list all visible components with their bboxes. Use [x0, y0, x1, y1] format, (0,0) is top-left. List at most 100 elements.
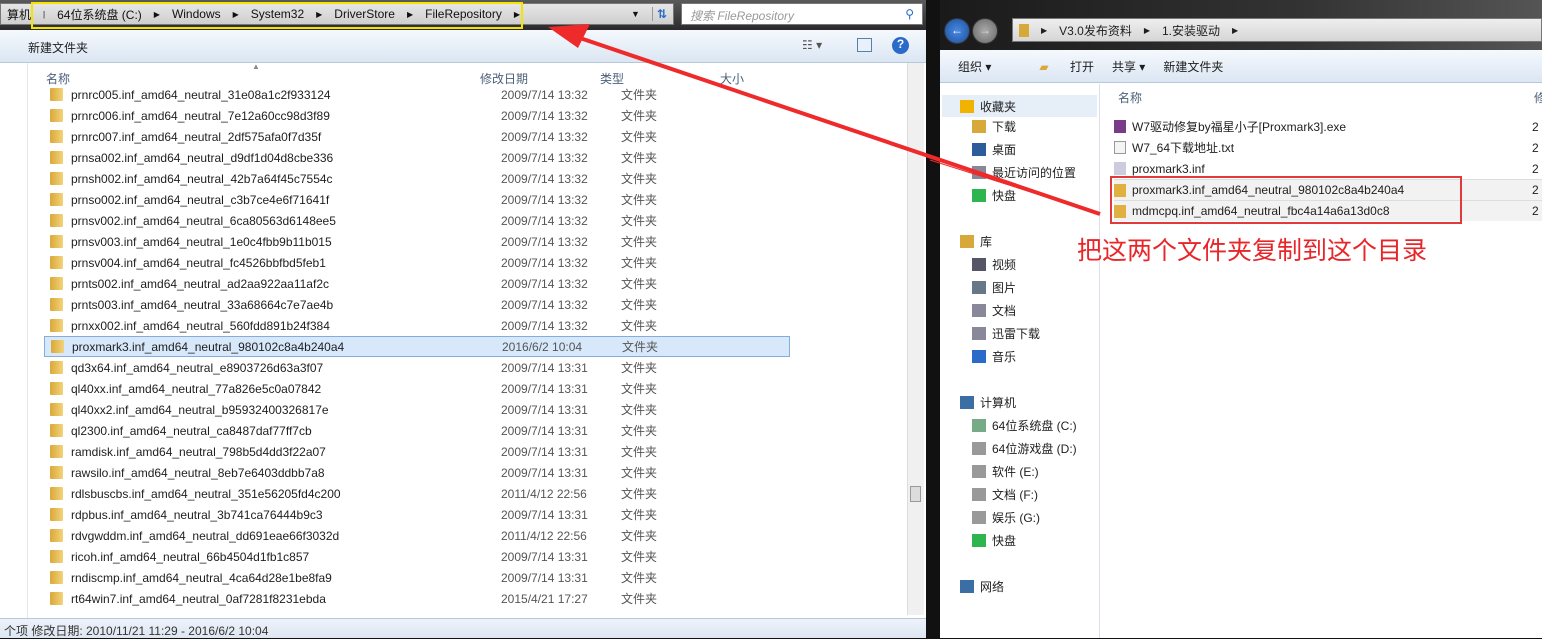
nav-item[interactable]: 网络: [960, 578, 1004, 595]
file-row[interactable]: rdvgwddm.inf_amd64_neutral_dd691eae66f30…: [44, 525, 790, 546]
nav-item[interactable]: 收藏夹: [942, 95, 1097, 117]
file-type: 文件夹: [621, 361, 658, 375]
file-row[interactable]: prnts003.inf_amd64_neutral_33a68664c7e7a…: [44, 294, 790, 315]
folder-icon: [50, 298, 63, 311]
nav-item-icon: [972, 189, 986, 202]
open-button[interactable]: ▰ 打开: [1021, 58, 1094, 75]
nav-item[interactable]: 娱乐 (G:): [972, 509, 1040, 526]
folder-icon: [50, 571, 63, 584]
file-name: rdlsbuscbs.inf_amd64_neutral_351e56205fd…: [71, 486, 341, 501]
folder-icon: [50, 214, 63, 227]
file-row[interactable]: ql40xx.inf_amd64_neutral_77a826e5c0a0784…: [44, 378, 790, 399]
file-row[interactable]: prnsa002.inf_amd64_neutral_d9df1d04d8cbe…: [44, 147, 790, 168]
organize-button[interactable]: 组织 ▾: [958, 58, 991, 75]
right-address-bar[interactable]: ▶ V3.0发布资料 ▶ 1.安装驱动 ▶: [1012, 18, 1542, 42]
file-type: 文件夹: [621, 235, 658, 249]
file-row[interactable]: rdpbus.inf_amd64_neutral_3b741ca76444b9c…: [44, 504, 790, 525]
file-name: rdpbus.inf_amd64_neutral_3b741ca76444b9c…: [71, 507, 323, 522]
file-name: ql2300.inf_amd64_neutral_ca8487daf77ff7c…: [71, 423, 312, 438]
nav-item[interactable]: 文档 (F:): [972, 486, 1038, 503]
forward-button[interactable]: →: [972, 18, 998, 44]
status-bar: 个项 修改日期: 2010/11/21 11:29 - 2016/6/2 10:…: [0, 618, 926, 638]
column-date[interactable]: 修: [1534, 89, 1542, 106]
folder-icon: [50, 109, 63, 122]
nav-item[interactable]: 最近访问的位置: [972, 164, 1076, 181]
file-name: W7_64下载地址.txt: [1132, 141, 1235, 155]
file-row[interactable]: ql40xx2.inf_amd64_neutral_b9593240032681…: [44, 399, 790, 420]
nav-item[interactable]: 快盘: [972, 187, 1016, 204]
file-type: 文件夹: [621, 487, 658, 501]
back-arrow-icon: ←: [951, 23, 963, 37]
nav-item[interactable]: 桌面: [972, 141, 1016, 158]
file-row[interactable]: ricoh.inf_amd64_neutral_66b4504d1fb1c857…: [44, 546, 790, 567]
file-row[interactable]: prnsv002.inf_amd64_neutral_6ca80563d6148…: [44, 210, 790, 231]
folder-icon: [50, 424, 63, 437]
vertical-scrollbar[interactable]: [907, 63, 924, 615]
file-row[interactable]: qd3x64.inf_amd64_neutral_e8903726d63a3f0…: [44, 357, 790, 378]
column-name[interactable]: 名称: [1118, 89, 1142, 106]
folder-icon: [50, 529, 63, 542]
file-date: 2009/7/14 13:32: [501, 318, 588, 333]
help-icon[interactable]: ?: [892, 37, 909, 54]
preview-pane-icon[interactable]: [857, 38, 872, 52]
new-folder-button[interactable]: 新建文件夹: [28, 39, 88, 56]
new-folder-button[interactable]: 新建文件夹: [1163, 58, 1223, 75]
file-row[interactable]: ql2300.inf_amd64_neutral_ca8487daf77ff7c…: [44, 420, 790, 441]
nav-item[interactable]: 迅雷下载: [972, 325, 1040, 342]
file-row[interactable]: prnxx002.inf_amd64_neutral_560fdd891b24f…: [44, 315, 790, 336]
nav-item[interactable]: 音乐: [972, 348, 1016, 365]
file-row[interactable]: ramdisk.inf_amd64_neutral_798b5d4dd3f22a…: [44, 441, 790, 462]
search-input[interactable]: 搜索 FileRepository ⚲: [681, 3, 923, 25]
file-row[interactable]: rawsilo.inf_amd64_neutral_8eb7e6403ddbb7…: [44, 462, 790, 483]
file-name: prnts002.inf_amd64_neutral_ad2aa922aa11a…: [71, 276, 329, 291]
file-type: 文件夹: [621, 172, 658, 186]
nav-item[interactable]: 快盘: [972, 532, 1016, 549]
right-file-list: 名称 修 W7驱动修复by福星小子[Proxmark3].exe 2 W7_64下载…: [1100, 84, 1542, 638]
nav-item-icon: [972, 488, 986, 501]
file-row[interactable]: prnsv003.inf_amd64_neutral_1e0c4fbb9b11b…: [44, 231, 790, 252]
file-row[interactable]: W7_64下载地址.txt 2: [1114, 137, 1542, 158]
dropdown-icon[interactable]: ▼: [631, 9, 640, 19]
share-button[interactable]: 共享 ▾: [1112, 58, 1145, 75]
nav-item[interactable]: 图片: [972, 279, 1016, 296]
nav-item[interactable]: 64位系统盘 (C:): [972, 417, 1077, 434]
file-row[interactable]: W7驱动修复by福星小子[Proxmark3].exe 2: [1114, 116, 1542, 137]
nav-item-icon: [960, 99, 974, 113]
refresh-icon[interactable]: ⇅: [651, 7, 667, 21]
file-name: prnsv003.inf_amd64_neutral_1e0c4fbb9b11b…: [71, 234, 332, 249]
file-row[interactable]: rdlsbuscbs.inf_amd64_neutral_351e56205fd…: [44, 483, 790, 504]
file-row[interactable]: prnso002.inf_amd64_neutral_c3b7ce4e6f716…: [44, 189, 790, 210]
file-date: 2009/7/14 13:31: [501, 465, 588, 480]
file-type: 文件夹: [621, 319, 658, 333]
folder-icon: [50, 550, 63, 563]
breadcrumb-computer[interactable]: 算机: [7, 6, 31, 23]
view-options-icon[interactable]: ☷ ▾: [802, 38, 822, 52]
file-type: 文件夹: [621, 403, 658, 417]
nav-item[interactable]: 视频: [972, 256, 1016, 273]
file-row[interactable]: prnsh002.inf_amd64_neutral_42b7a64f45c75…: [44, 168, 790, 189]
back-button[interactable]: ←: [944, 18, 970, 44]
file-row[interactable]: rt64win7.inf_amd64_neutral_0af7281f8231e…: [44, 588, 790, 609]
breadcrumb-install-driver[interactable]: 1.安装驱动: [1162, 22, 1220, 39]
file-date: 2009/7/14 13:31: [501, 381, 588, 396]
nav-item[interactable]: 软件 (E:): [972, 463, 1039, 480]
file-row[interactable]: proxmark3.inf_amd64_neutral_980102c8a4b2…: [44, 336, 790, 357]
file-row[interactable]: prnrc005.inf_amd64_neutral_31e08a1c2f933…: [44, 84, 790, 105]
file-row[interactable]: prnts002.inf_amd64_neutral_ad2aa922aa11a…: [44, 273, 790, 294]
open-icon: ▰: [1039, 59, 1049, 74]
file-row[interactable]: prnsv004.inf_amd64_neutral_fc4526bbfbd5f…: [44, 252, 790, 273]
file-row[interactable]: prnrc006.inf_amd64_neutral_7e12a60cc98d3…: [44, 105, 790, 126]
nav-item[interactable]: 库: [960, 233, 992, 250]
file-name: prnsh002.inf_amd64_neutral_42b7a64f45c75…: [71, 171, 333, 186]
nav-item[interactable]: 64位游戏盘 (D:): [972, 440, 1077, 457]
file-type: 文件夹: [621, 256, 658, 270]
nav-item[interactable]: 下载: [972, 118, 1016, 135]
file-row[interactable]: prnrc007.inf_amd64_neutral_2df575afa0f7d…: [44, 126, 790, 147]
nav-item[interactable]: 计算机: [960, 394, 1016, 411]
breadcrumb-v3-release[interactable]: V3.0发布资料: [1059, 22, 1132, 39]
file-row[interactable]: rndiscmp.inf_amd64_neutral_4ca64d28e1be8…: [44, 567, 790, 588]
nav-item-label: 娱乐 (G:): [992, 511, 1040, 525]
file-name: proxmark3.inf: [1132, 161, 1205, 176]
scrollbar-thumb[interactable]: [910, 486, 921, 502]
nav-item[interactable]: 文档: [972, 302, 1016, 319]
